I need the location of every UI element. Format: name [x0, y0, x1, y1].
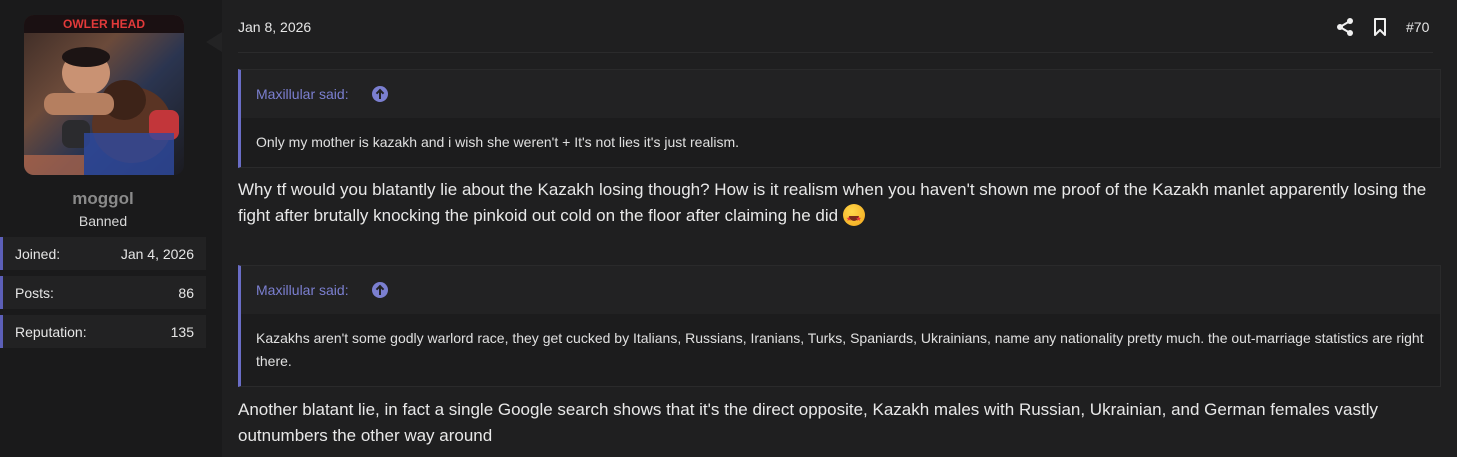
stat-value: 135 [170, 324, 194, 340]
header-divider [238, 52, 1433, 53]
avatar-image: OWLER HEAD [24, 15, 184, 175]
stat-posts: Posts: 86 [0, 276, 206, 309]
quote-header: Maxillular said: [241, 266, 1440, 314]
username[interactable]: moggol [0, 189, 206, 209]
stat-reputation: Reputation: 135 [0, 315, 206, 348]
bookmark-icon[interactable] [1370, 17, 1390, 37]
post-content: Jan 8, 2026 #70 Maxillular said: Only my… [222, 0, 1457, 457]
post-pointer-arrow [206, 32, 222, 52]
quote-author[interactable]: Maxillular said: [256, 86, 349, 102]
quote-header: Maxillular said: [241, 70, 1440, 118]
reply-text: Why tf would you blatantly lie about the… [238, 177, 1433, 233]
quote-text: Only my mother is kazakh and i wish she … [241, 118, 1440, 167]
reply-text: Another blatant lie, in fact a single Go… [238, 400, 1378, 445]
user-sidebar: OWLER HEAD moggol Banned Joined: Jan 4, … [0, 0, 223, 457]
user-title: Banned [78, 213, 128, 229]
stat-value: Jan 4, 2026 [120, 246, 194, 262]
quote-block: Maxillular said: Only my mother is kazak… [238, 69, 1441, 168]
star-struck-emoji-icon [842, 204, 865, 233]
arrow-up-circle-icon[interactable] [372, 86, 388, 102]
quote-block: Maxillular said: Kazakhs aren't some god… [238, 265, 1441, 387]
avatar-banner-text: OWLER HEAD [63, 17, 145, 31]
share-icon[interactable] [1335, 17, 1355, 37]
stat-label: Reputation: [15, 324, 87, 340]
post-number[interactable]: #70 [1406, 19, 1429, 35]
stat-label: Posts: [15, 285, 54, 301]
quote-author[interactable]: Maxillular said: [256, 282, 349, 298]
avatar[interactable]: OWLER HEAD [24, 15, 184, 175]
stat-label: Joined: [15, 246, 61, 262]
stat-value: 86 [178, 285, 194, 301]
quote-text: Kazakhs aren't some godly warlord race, … [241, 314, 1440, 386]
post-date[interactable]: Jan 8, 2026 [238, 19, 311, 35]
stat-joined: Joined: Jan 4, 2026 [0, 237, 206, 270]
reply-text-content: Why tf would you blatantly lie about the… [238, 180, 1427, 225]
arrow-up-circle-icon[interactable] [372, 282, 388, 298]
